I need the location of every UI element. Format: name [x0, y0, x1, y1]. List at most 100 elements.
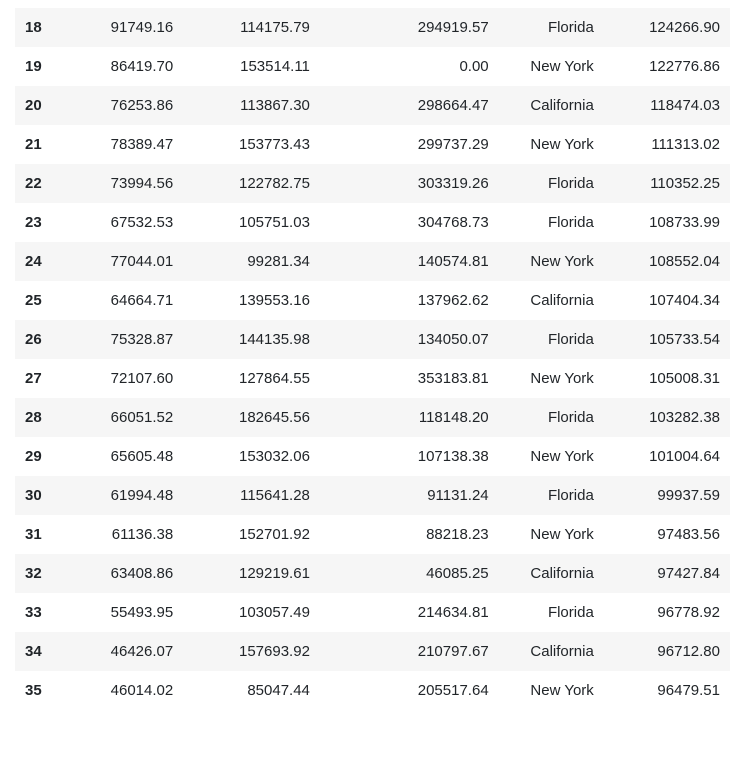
col3-cell: 299737.29 [320, 125, 499, 164]
col5-cell: 96712.80 [604, 632, 730, 671]
table-row: 3446426.07157693.92210797.67California96… [15, 632, 730, 671]
col2-cell: 122782.75 [183, 164, 320, 203]
table-row: 2564664.71139553.16137962.62California10… [15, 281, 730, 320]
col5-cell: 110352.25 [604, 164, 730, 203]
col2-cell: 113867.30 [183, 86, 320, 125]
col1-cell: 75328.87 [68, 320, 184, 359]
col2-cell: 153773.43 [183, 125, 320, 164]
col5-cell: 108733.99 [604, 203, 730, 242]
col5-cell: 97427.84 [604, 554, 730, 593]
row-index-cell: 21 [15, 125, 68, 164]
col2-cell: 139553.16 [183, 281, 320, 320]
col1-cell: 76253.86 [68, 86, 184, 125]
col3-cell: 214634.81 [320, 593, 499, 632]
row-index-cell: 31 [15, 515, 68, 554]
col4-cell: Florida [499, 398, 604, 437]
row-index-cell: 34 [15, 632, 68, 671]
col1-cell: 86419.70 [68, 47, 184, 86]
col5-cell: 105008.31 [604, 359, 730, 398]
col3-cell: 205517.64 [320, 671, 499, 710]
col2-cell: 129219.61 [183, 554, 320, 593]
col3-cell: 303319.26 [320, 164, 499, 203]
col1-cell: 55493.95 [68, 593, 184, 632]
col1-cell: 46426.07 [68, 632, 184, 671]
table-row: 2076253.86113867.30298664.47California11… [15, 86, 730, 125]
col1-cell: 61994.48 [68, 476, 184, 515]
col2-cell: 157693.92 [183, 632, 320, 671]
table-row: 2178389.47153773.43299737.29New York1113… [15, 125, 730, 164]
col4-cell: Florida [499, 320, 604, 359]
col4-cell: Florida [499, 476, 604, 515]
col4-cell: Florida [499, 164, 604, 203]
col2-cell: 153514.11 [183, 47, 320, 86]
table-row: 3161136.38152701.9288218.23New York97483… [15, 515, 730, 554]
col3-cell: 304768.73 [320, 203, 499, 242]
col4-cell: New York [499, 515, 604, 554]
col3-cell: 140574.81 [320, 242, 499, 281]
col1-cell: 67532.53 [68, 203, 184, 242]
col4-cell: New York [499, 242, 604, 281]
col5-cell: 122776.86 [604, 47, 730, 86]
row-index-cell: 18 [15, 8, 68, 47]
table-row: 1891749.16114175.79294919.57Florida12426… [15, 8, 730, 47]
col1-cell: 65605.48 [68, 437, 184, 476]
col5-cell: 111313.02 [604, 125, 730, 164]
row-index-cell: 29 [15, 437, 68, 476]
row-index-cell: 26 [15, 320, 68, 359]
col1-cell: 64664.71 [68, 281, 184, 320]
table-row: 3061994.48115641.2891131.24Florida99937.… [15, 476, 730, 515]
col4-cell: New York [499, 671, 604, 710]
col2-cell: 103057.49 [183, 593, 320, 632]
table-row: 3546014.0285047.44205517.64New York96479… [15, 671, 730, 710]
row-index-cell: 19 [15, 47, 68, 86]
col4-cell: New York [499, 125, 604, 164]
col3-cell: 353183.81 [320, 359, 499, 398]
col3-cell: 298664.47 [320, 86, 499, 125]
col3-cell: 118148.20 [320, 398, 499, 437]
col5-cell: 101004.64 [604, 437, 730, 476]
col4-cell: California [499, 86, 604, 125]
col4-cell: Florida [499, 8, 604, 47]
row-index-cell: 28 [15, 398, 68, 437]
table-row: 2367532.53105751.03304768.73Florida10873… [15, 203, 730, 242]
row-index-cell: 35 [15, 671, 68, 710]
row-index-cell: 27 [15, 359, 68, 398]
col2-cell: 105751.03 [183, 203, 320, 242]
col2-cell: 115641.28 [183, 476, 320, 515]
col5-cell: 108552.04 [604, 242, 730, 281]
col1-cell: 61136.38 [68, 515, 184, 554]
col1-cell: 66051.52 [68, 398, 184, 437]
table-row: 3263408.86129219.6146085.25California974… [15, 554, 730, 593]
col3-cell: 88218.23 [320, 515, 499, 554]
col5-cell: 96778.92 [604, 593, 730, 632]
table-row: 2675328.87144135.98134050.07Florida10573… [15, 320, 730, 359]
col1-cell: 73994.56 [68, 164, 184, 203]
col3-cell: 46085.25 [320, 554, 499, 593]
col1-cell: 91749.16 [68, 8, 184, 47]
col3-cell: 134050.07 [320, 320, 499, 359]
col5-cell: 99937.59 [604, 476, 730, 515]
col5-cell: 103282.38 [604, 398, 730, 437]
col2-cell: 99281.34 [183, 242, 320, 281]
row-index-cell: 33 [15, 593, 68, 632]
col5-cell: 118474.03 [604, 86, 730, 125]
data-table: 1891749.16114175.79294919.57Florida12426… [15, 8, 730, 710]
col3-cell: 210797.67 [320, 632, 499, 671]
col2-cell: 152701.92 [183, 515, 320, 554]
row-index-cell: 24 [15, 242, 68, 281]
col3-cell: 0.00 [320, 47, 499, 86]
col5-cell: 107404.34 [604, 281, 730, 320]
table-row: 2965605.48153032.06107138.38New York1010… [15, 437, 730, 476]
row-index-cell: 20 [15, 86, 68, 125]
row-index-cell: 32 [15, 554, 68, 593]
col1-cell: 63408.86 [68, 554, 184, 593]
col5-cell: 105733.54 [604, 320, 730, 359]
col3-cell: 91131.24 [320, 476, 499, 515]
table-row: 2772107.60127864.55353183.81New York1050… [15, 359, 730, 398]
col1-cell: 78389.47 [68, 125, 184, 164]
data-table-body: 1891749.16114175.79294919.57Florida12426… [15, 8, 730, 710]
row-index-cell: 23 [15, 203, 68, 242]
col4-cell: New York [499, 359, 604, 398]
table-row: 2477044.0199281.34140574.81New York10855… [15, 242, 730, 281]
col4-cell: New York [499, 437, 604, 476]
